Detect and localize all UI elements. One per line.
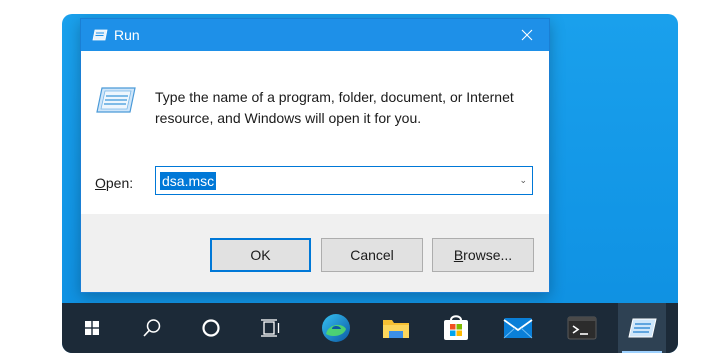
chevron-down-icon[interactable]: ⌄ (519, 175, 527, 186)
browse-button[interactable]: Browse... (432, 238, 534, 272)
task-view-icon (261, 319, 280, 337)
cortana-button[interactable] (187, 303, 235, 353)
close-icon (521, 29, 533, 41)
open-label: Open: (95, 175, 134, 191)
command-input[interactable]: dsa.msc (160, 172, 217, 190)
edge-icon (322, 314, 350, 342)
task-view-button[interactable] (246, 303, 294, 353)
dialog-title: Run (114, 27, 140, 43)
store-button[interactable] (432, 303, 480, 353)
edge-button[interactable] (312, 303, 360, 353)
circle-icon (202, 319, 220, 337)
mail-icon (503, 318, 533, 339)
file-explorer-button[interactable] (372, 303, 420, 353)
mail-button[interactable] (494, 303, 542, 353)
dialog-content: Type the name of a program, folder, docu… (81, 51, 549, 214)
taskbar (62, 303, 678, 353)
run-taskbar-button[interactable] (618, 303, 666, 353)
run-dialog: Run Type the name of a program, folder, … (80, 18, 550, 293)
run-icon (628, 318, 657, 338)
ok-button[interactable]: OK (210, 238, 311, 272)
terminal-button[interactable] (558, 303, 606, 353)
start-button[interactable] (68, 303, 116, 353)
close-button[interactable] (505, 19, 549, 51)
store-icon (444, 315, 468, 340)
cancel-button[interactable]: Cancel (321, 238, 423, 272)
search-icon (143, 319, 161, 337)
folder-icon (383, 320, 409, 338)
search-button[interactable] (128, 303, 176, 353)
run-icon (95, 85, 137, 120)
open-combobox[interactable]: dsa.msc ⌄ (155, 166, 533, 195)
windows-logo-icon (85, 321, 99, 335)
terminal-icon (567, 316, 597, 340)
desktop: Run Type the name of a program, folder, … (62, 14, 678, 353)
dialog-description: Type the name of a program, folder, docu… (155, 89, 514, 126)
run-icon (92, 28, 108, 46)
title-bar[interactable]: Run (81, 19, 549, 51)
